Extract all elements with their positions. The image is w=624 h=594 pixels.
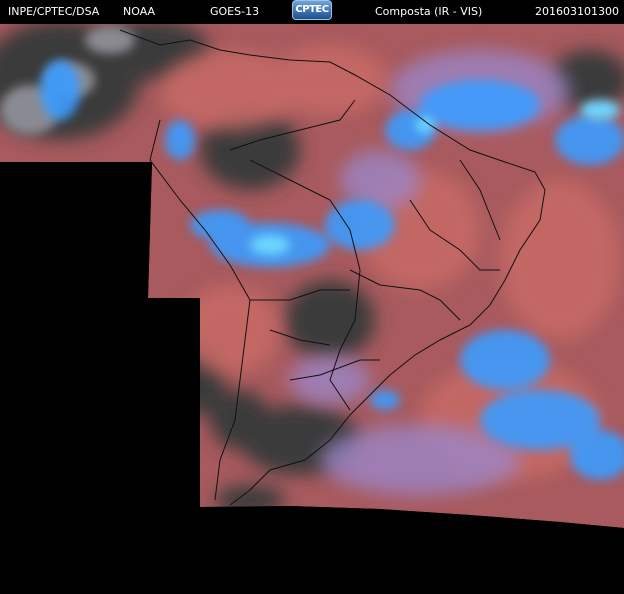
satellite-image-frame: INPE/CPTEC/DSA NOAA GOES-13 CPTEC Compos… — [0, 0, 624, 594]
image-header: INPE/CPTEC/DSA NOAA GOES-13 CPTEC Compos… — [0, 0, 624, 24]
product-label: Composta (IR - VIS) — [375, 5, 483, 18]
source-label: INPE/CPTEC/DSA — [8, 5, 100, 18]
agency-label: NOAA — [123, 5, 156, 18]
cptec-logo: CPTEC — [292, 0, 332, 20]
satellite-composite-image — [0, 22, 624, 594]
satellite-label: GOES-13 — [210, 5, 260, 18]
timestamp-label: 201603101300 — [535, 5, 619, 18]
cptec-logo-text: CPTEC — [295, 4, 329, 15]
